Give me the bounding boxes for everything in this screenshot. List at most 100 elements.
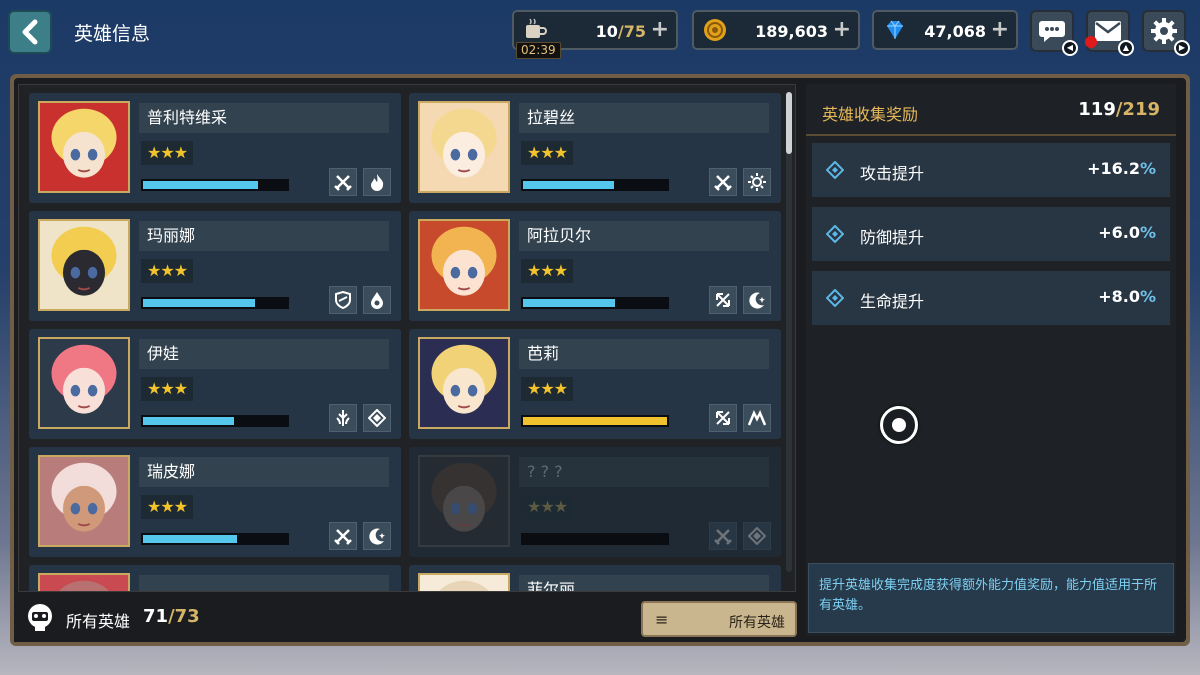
- filter-label: 所有英雄: [729, 615, 785, 631]
- hero-name: 芭莉: [519, 339, 769, 369]
- hero-card[interactable]: 芭莉 ★★★: [409, 329, 781, 439]
- hero-portrait-image: [420, 457, 508, 545]
- stat-bonus-row: 防御提升 +6.0%: [812, 207, 1170, 261]
- coffee-cup-icon: [526, 18, 547, 38]
- diamond-icon: [826, 161, 844, 179]
- crossed-swords-icon: [329, 522, 357, 550]
- sun-icon: [743, 168, 771, 196]
- hero-grid[interactable]: 普利特维采 ★★★ 拉碧丝 ★★★ 玛丽娜 ★★★ 阿拉贝尔 ★★★ 伊娃 ★★★ 芭莉 ★★★ 瑞皮娜…: [18, 84, 796, 592]
- diamond-icon: [743, 522, 771, 550]
- gem-plus-button[interactable]: +: [991, 19, 1009, 41]
- gold-counter[interactable]: 189,603 +: [692, 10, 860, 50]
- hero-stars: ★★★: [521, 495, 574, 519]
- chat-button[interactable]: ◀: [1030, 10, 1078, 56]
- hero-name: 伊娃: [139, 339, 389, 369]
- hero-portrait: [38, 337, 130, 429]
- hero-stars: ★★★: [521, 377, 574, 401]
- diamond-icon: [826, 225, 844, 243]
- hero-card[interactable]: 普利特维采 ★★★: [29, 93, 401, 203]
- reward-info-text: 提升英雄收集完成度获得额外能力值奖励，能力值适用于所有英雄。: [808, 563, 1174, 633]
- stat-name: 攻击提升: [860, 164, 925, 183]
- hero-card[interactable]: 玛丽娜 ★★★: [29, 211, 401, 321]
- hero-progress-bar: [141, 297, 289, 309]
- stat-number: +8.0: [1098, 287, 1140, 306]
- hero-card[interactable]: 伊娃 ★★★: [29, 329, 401, 439]
- gem-counter[interactable]: 47,068 +: [872, 10, 1018, 50]
- hero-progress-bar: [521, 533, 669, 545]
- stamina-plus-button[interactable]: +: [651, 19, 669, 41]
- hero-name: 瑞皮娜: [139, 457, 389, 487]
- water-drop-icon: [363, 286, 391, 314]
- bow-icon: [709, 286, 737, 314]
- hero-progress-bar: [521, 179, 669, 191]
- hero-name: 普利特维采: [139, 103, 389, 133]
- speech-bubble-icon: [1039, 21, 1065, 42]
- hero-card[interactable]: 拉碧丝 ★★★: [409, 93, 781, 203]
- gold-plus-button[interactable]: +: [833, 19, 851, 41]
- sword-down-icon: [329, 404, 357, 432]
- hero-progress-fill: [523, 299, 616, 307]
- gold-coin-icon: [704, 19, 726, 41]
- hero-portrait-image: [420, 103, 508, 191]
- page-title: 英雄信息: [74, 23, 151, 45]
- hero-name: ? ? ?: [519, 457, 769, 487]
- hero-portrait: [418, 337, 510, 429]
- hero-progress-bar: [521, 415, 669, 427]
- hero-portrait-image: [40, 221, 128, 309]
- crossed-swords-icon: [709, 168, 737, 196]
- mail-button[interactable]: ▲: [1085, 10, 1134, 56]
- diamond-icon: [826, 289, 844, 307]
- settings-button[interactable]: ▶: [1142, 10, 1190, 56]
- hero-progress-bar: [141, 533, 289, 545]
- all-heroes-count: 71/73: [143, 606, 200, 627]
- stat-bonus-row: 生命提升 +8.0%: [812, 271, 1170, 325]
- hero-progress-bar: [141, 179, 289, 191]
- chevron-left-icon: ◀: [1062, 40, 1078, 56]
- hero-card[interactable]: 瑞皮娜 ★★★: [29, 447, 401, 557]
- hero-progress-bar: [141, 415, 289, 427]
- stat-percent: %: [1139, 159, 1156, 178]
- hero-stars: ★★★: [141, 377, 194, 401]
- back-button[interactable]: [8, 10, 52, 54]
- gold-value: 189,603: [755, 22, 828, 41]
- stat-percent: %: [1139, 287, 1156, 306]
- hero-name: 玛丽娜: [139, 221, 389, 251]
- hero-progress-bar: [521, 297, 669, 309]
- scrollbar-thumb[interactable]: [786, 92, 792, 154]
- hero-portrait: [38, 573, 130, 591]
- stat-name: 生命提升: [860, 292, 925, 311]
- filter-dropdown-button[interactable]: ≡ 所有英雄: [641, 601, 797, 637]
- hero-portrait: [38, 455, 130, 547]
- hero-name: 拉碧丝: [519, 103, 769, 133]
- hero-name: 菲尔丽: [519, 575, 769, 591]
- stamina-current: 10: [595, 22, 618, 41]
- hero-card[interactable]: [29, 565, 401, 591]
- hero-stars: ★★★: [141, 141, 194, 165]
- hero-progress-fill: [143, 417, 234, 425]
- hero-name: 阿拉贝尔: [519, 221, 769, 251]
- hero-progress-fill: [523, 417, 667, 425]
- moon-icon: [743, 286, 771, 314]
- hero-stars: ★★★: [141, 259, 194, 283]
- touch-cursor: [880, 406, 918, 444]
- hero-portrait-image: [420, 221, 508, 309]
- chevron-up-icon: ▲: [1118, 40, 1134, 56]
- reward-total: /219: [1115, 99, 1160, 120]
- hero-card[interactable]: 菲尔丽: [409, 565, 781, 591]
- hero-portrait: [418, 219, 510, 311]
- scrollbar-track[interactable]: [786, 92, 792, 572]
- hero-card[interactable]: ? ? ? ★★★: [409, 447, 781, 557]
- crossed-swords-icon: [329, 168, 357, 196]
- menu-icon: ≡: [655, 610, 669, 629]
- hero-card[interactable]: 阿拉贝尔 ★★★: [409, 211, 781, 321]
- hero-stars: ★★★: [141, 495, 194, 519]
- hero-portrait-image: [420, 339, 508, 427]
- envelope-icon: [1095, 21, 1121, 41]
- stat-bonus-row: 攻击提升 +16.2%: [812, 143, 1170, 197]
- all-heroes-label: 所有英雄: [66, 612, 131, 631]
- reward-header: 英雄收集奖励 119/219: [806, 84, 1176, 136]
- hero-portrait-image: [40, 457, 128, 545]
- gem-value: 47,068: [924, 22, 986, 41]
- reward-current: 119: [1078, 99, 1116, 120]
- bow-icon: [709, 404, 737, 432]
